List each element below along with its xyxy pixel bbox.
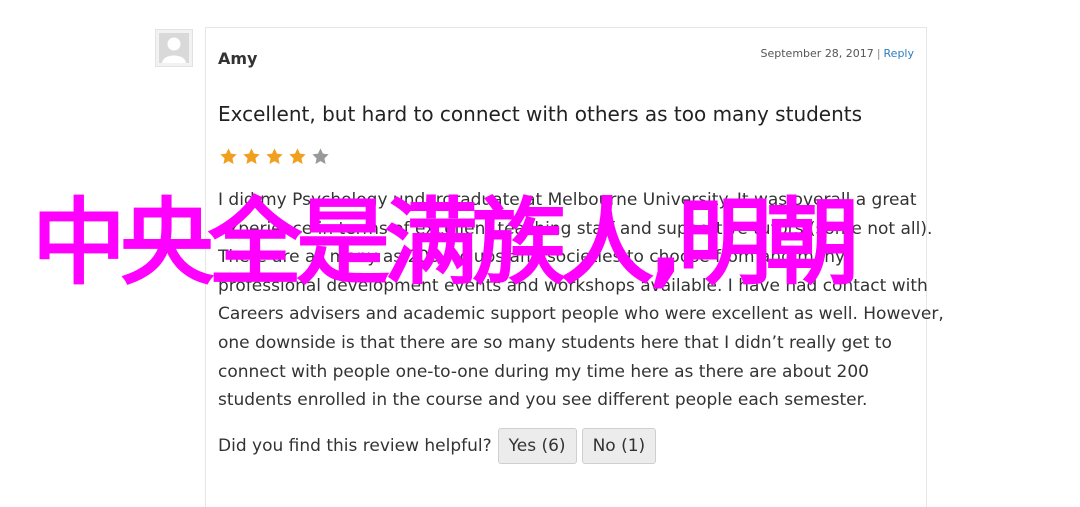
review-body-line: students enrolled in the course and you … [218,390,868,411]
avatar [155,29,193,67]
review-date: September 28, 2017 [760,47,874,60]
reply-link[interactable]: Reply [884,47,914,60]
star-filled-icon [220,148,237,164]
meta-separator: | [876,47,881,60]
review-title: Excellent, but hard to connect with othe… [218,102,863,126]
star-filled-icon [266,148,283,164]
star-rating [219,147,330,166]
review-body-line: one downside is that there are so many s… [218,332,892,353]
helpful-question: Did you find this review helpful? [218,436,492,456]
vote-no-button[interactable]: No (1) [581,428,657,464]
vote-yes-button[interactable]: Yes (6) [497,428,577,464]
default-user-avatar-icon [159,33,189,63]
star-filled-icon [289,148,306,164]
star-filled-icon [243,148,260,164]
helpful-row: Did you find this review helpful? Yes (6… [218,428,657,464]
review-meta: September 28, 2017 | Reply [761,47,914,60]
review-body-line: connect with people one-to-one during my… [218,361,869,382]
review-body-line: Careers advisers and academic support pe… [218,304,944,325]
review-author: Amy [218,49,258,68]
overlay-watermark-text: 中央全是满族人,明朝 [32,189,860,298]
star-empty-icon [312,148,329,164]
